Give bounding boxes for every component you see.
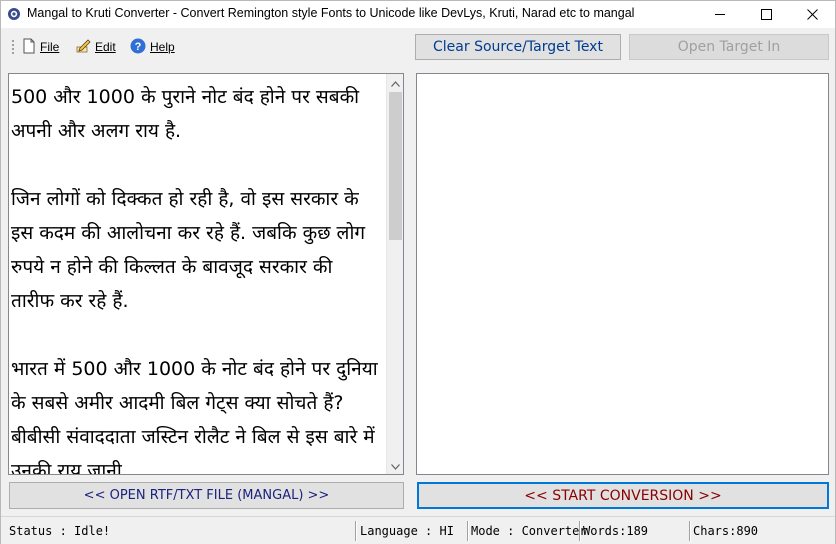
scroll-thumb[interactable] (389, 92, 402, 240)
clear-text-button[interactable]: Clear Source/Target Text (415, 34, 621, 60)
maximize-icon (760, 9, 772, 20)
toolbar-grip-icon[interactable] (12, 39, 15, 55)
file-icon (22, 38, 36, 57)
target-textarea[interactable] (416, 73, 829, 475)
status-text: Status : Idle! (9, 524, 111, 538)
menu-file[interactable]: File (22, 37, 59, 57)
scroll-up-button[interactable] (387, 74, 403, 91)
open-target-button[interactable]: Open Target In (629, 34, 829, 60)
menu-edit-label: Edit (95, 40, 116, 54)
status-divider (355, 521, 357, 541)
app-gear-icon[interactable] (7, 7, 21, 21)
source-text[interactable]: 500 और 1000 के पुराने नोट बंद होने पर सब… (11, 80, 379, 474)
window-title: Mangal to Kruti Converter - Convert Remi… (27, 6, 635, 20)
app-window: Mangal to Kruti Converter - Convert Remi… (0, 0, 836, 544)
menu-help[interactable]: ? Help (130, 37, 175, 57)
start-conversion-button[interactable]: << START CONVERSION >> (417, 482, 829, 509)
source-scrollbar[interactable] (386, 74, 403, 474)
char-count: Chars:890 (693, 524, 759, 538)
status-divider (689, 521, 691, 541)
source-textarea[interactable]: 500 और 1000 के पुराने नोट बंद होने पर सब… (8, 73, 404, 475)
title-bar[interactable]: Mangal to Kruti Converter - Convert Remi… (1, 1, 835, 28)
menu-edit[interactable]: Edit (75, 37, 116, 57)
svg-text:?: ? (135, 41, 142, 53)
minimize-icon (714, 9, 726, 20)
chevron-up-icon (391, 76, 400, 90)
close-icon (806, 9, 818, 20)
chevron-down-icon (391, 459, 400, 473)
mode-status: Mode : Converter (471, 524, 587, 538)
scroll-down-button[interactable] (387, 457, 403, 474)
minimize-button[interactable] (697, 1, 743, 28)
maximize-button[interactable] (743, 1, 789, 28)
close-button[interactable] (789, 1, 835, 28)
language-status: Language : HI (360, 524, 454, 538)
menu-help-label: Help (150, 40, 175, 54)
menu-file-label: File (40, 40, 60, 54)
help-question-icon: ? (130, 38, 146, 57)
word-count: Words:189 (583, 524, 649, 538)
status-divider (467, 521, 469, 541)
open-file-button[interactable]: << OPEN RTF/TXT FILE (MANGAL) >> (9, 482, 404, 509)
edit-pencil-icon (75, 38, 91, 57)
status-bar: Status : Idle! Language : HI Mode : Conv… (1, 516, 835, 544)
status-divider (579, 521, 581, 541)
